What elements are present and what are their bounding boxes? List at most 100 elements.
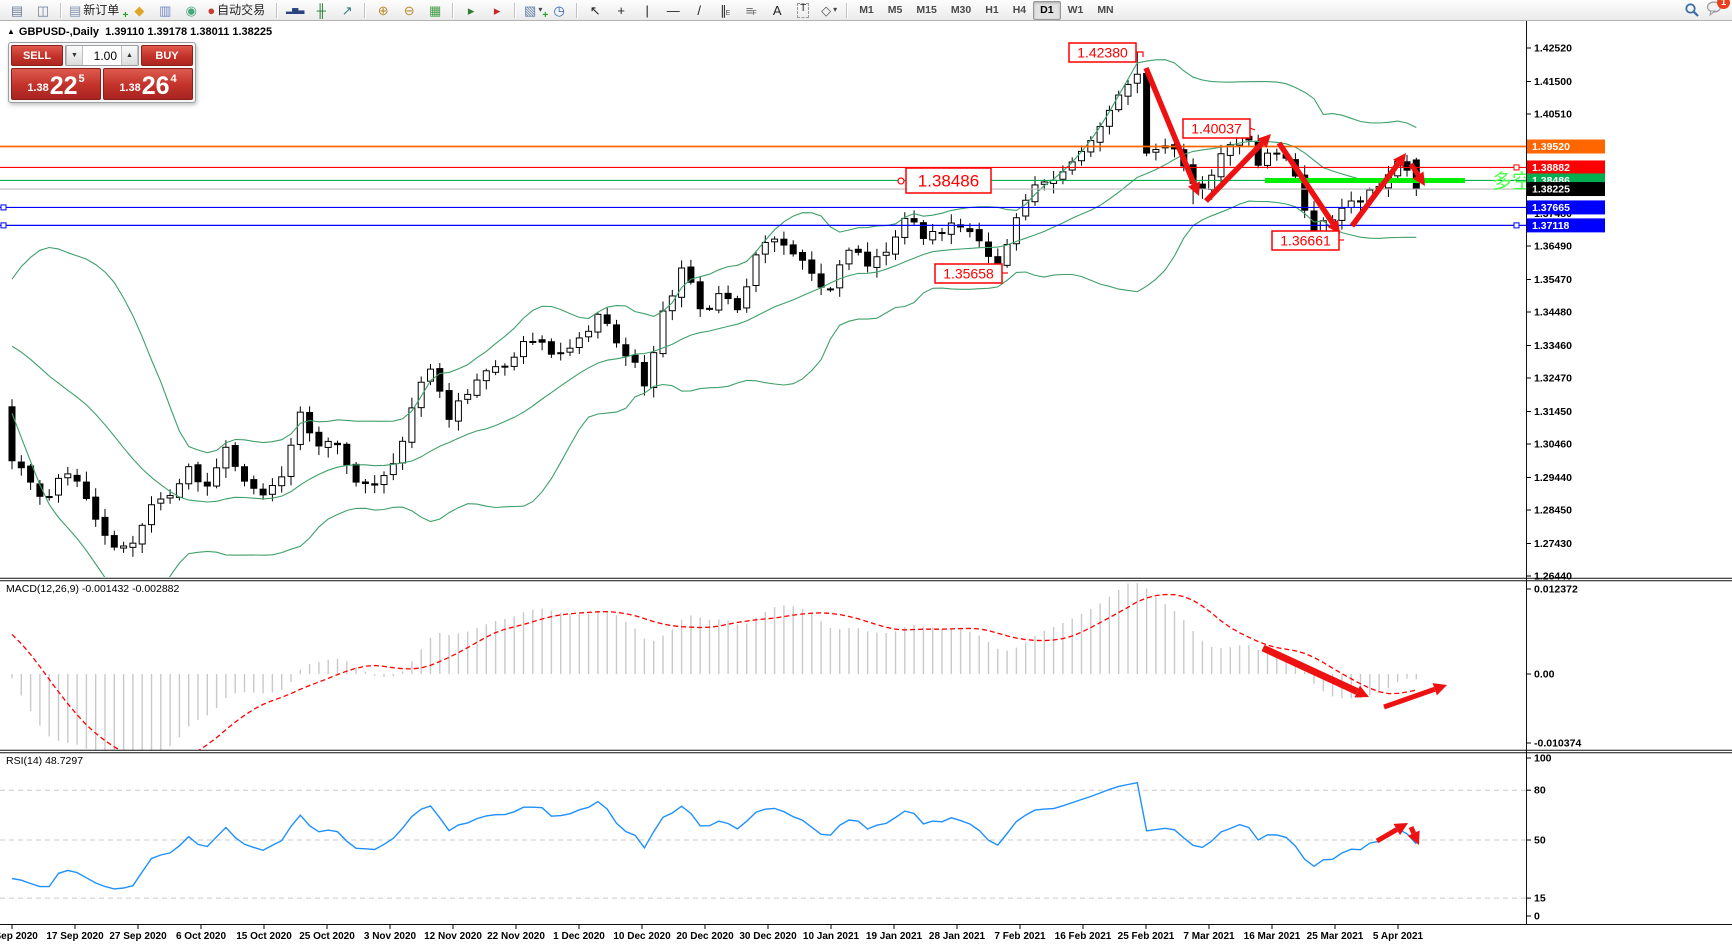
arrows-shapes-icon: ◇ — [821, 4, 831, 17]
auto-scroll-icon[interactable]: ▸ — [458, 1, 484, 19]
timeframe-H4[interactable]: H4 — [1006, 1, 1033, 20]
new-chart-icon[interactable]: ▧+▾ — [520, 1, 546, 19]
price-label-1.35658[interactable]: 1.35658 — [935, 264, 1008, 283]
price-label-1.38486[interactable]: 1.38486 — [898, 168, 991, 193]
timeframe-M1[interactable]: M1 — [852, 1, 881, 20]
text-label-icon[interactable]: T — [790, 1, 816, 19]
collapse-marker-icon[interactable]: ▲ — [7, 27, 15, 36]
zoom-in-icon[interactable]: ⊕ — [370, 1, 396, 19]
chart-canvas[interactable]: 多空转折点1.425201.415001.405101.374801.36490… — [0, 0, 1732, 945]
ask-big: 26 — [142, 75, 170, 97]
svg-text:1.38882: 1.38882 — [1532, 162, 1570, 174]
zoom-out-icon: ⊖ — [404, 4, 415, 17]
chart-shift-icon[interactable]: ▸ — [484, 1, 510, 19]
autotrading-button[interactable]: ●自动交易 — [204, 1, 272, 19]
sell-button[interactable]: SELL — [11, 45, 63, 66]
notifications-button[interactable]: 1 — [1706, 0, 1724, 21]
svg-text:12 Nov 2020: 12 Nov 2020 — [424, 931, 482, 942]
svg-text:1.35658: 1.35658 — [943, 266, 994, 282]
timeframe-H1[interactable]: H1 — [978, 1, 1005, 20]
svg-text:19 Jan 2021: 19 Jan 2021 — [866, 931, 923, 942]
toolbar-right: 1 — [1684, 0, 1728, 21]
volume-input[interactable] — [83, 46, 121, 65]
new-order-button[interactable]: ▤+新订单 — [66, 1, 126, 19]
candlestick-chart-icon[interactable]: ╫ — [308, 1, 334, 19]
timeframe-M15[interactable]: M15 — [909, 1, 943, 20]
zoom-out-icon[interactable]: ⊖ — [396, 1, 422, 19]
volume-decrease-button[interactable]: ▼ — [66, 46, 83, 65]
bid-price[interactable]: 1.38 22 5 — [11, 68, 101, 100]
horizontal-line-icon[interactable]: — — [660, 1, 686, 19]
line-chart-icon: ↗ — [342, 4, 353, 17]
svg-text:1.32470: 1.32470 — [1534, 373, 1572, 385]
svg-text:7 Mar 2021: 7 Mar 2021 — [1183, 931, 1235, 942]
svg-text:6 Oct 2020: 6 Oct 2020 — [176, 931, 226, 942]
svg-text:3 Nov 2020: 3 Nov 2020 — [364, 931, 417, 942]
toolbar: ▤◫▤+新订单◆▥◉●自动交易▂▅▃╫↗⊕⊖▦▸▸▧+▾◷↖+|—/∥E≡FAT… — [0, 0, 1732, 21]
svg-text:100: 100 — [1534, 753, 1552, 765]
ask-price[interactable]: 1.38 26 4 — [103, 68, 193, 100]
svg-text:1.35470: 1.35470 — [1534, 274, 1572, 286]
svg-text:80: 80 — [1534, 785, 1546, 797]
cursor-icon[interactable]: ↖ — [582, 1, 608, 19]
price-label-1.40037[interactable]: 1.40037 — [1183, 119, 1255, 138]
svg-text:8 Sep 2020: 8 Sep 2020 — [0, 931, 38, 942]
clock-icon: ◷ — [554, 4, 565, 17]
price-label-1.36661[interactable]: 1.36661 — [1272, 231, 1344, 250]
chart-window-icon[interactable]: ▤ — [4, 1, 30, 19]
toolbar-separator — [364, 3, 366, 18]
tile-windows-icon[interactable]: ▦ — [422, 1, 448, 19]
price-label-1.42380[interactable]: 1.42380 — [1069, 43, 1143, 62]
clock-icon[interactable]: ◷ — [546, 1, 572, 19]
timeframe-M5[interactable]: M5 — [881, 1, 910, 20]
volume-increase-button[interactable]: ▲ — [121, 46, 138, 65]
buy-button[interactable]: BUY — [141, 45, 193, 66]
svg-text:16 Mar 2021: 16 Mar 2021 — [1244, 931, 1301, 942]
svg-text:5 Apr 2021: 5 Apr 2021 — [1373, 931, 1424, 942]
text-icon[interactable]: A — [764, 1, 790, 19]
svg-text:1.42520: 1.42520 — [1534, 43, 1572, 55]
market-watch-icon[interactable]: ◆ — [126, 1, 152, 19]
svg-text:25 Oct 2020: 25 Oct 2020 — [299, 931, 355, 942]
svg-text:1.38486: 1.38486 — [918, 172, 979, 191]
timeframe-MN[interactable]: MN — [1090, 1, 1120, 20]
svg-text:16 Feb 2021: 16 Feb 2021 — [1055, 931, 1112, 942]
profiles-icon[interactable]: ◫ — [30, 1, 56, 19]
text-label-icon: T — [797, 3, 809, 18]
signals-icon[interactable]: ◉ — [178, 1, 204, 19]
svg-text:28 Jan 2021: 28 Jan 2021 — [929, 931, 986, 942]
ask-prefix: 1.38 — [119, 82, 140, 94]
svg-text:10 Dec 2020: 10 Dec 2020 — [613, 931, 671, 942]
timeframe-M30[interactable]: M30 — [944, 1, 978, 20]
arrows-shapes-icon[interactable]: ◇▾ — [816, 1, 842, 19]
svg-text:1.30460: 1.30460 — [1534, 439, 1572, 451]
line-chart-icon[interactable]: ↗ — [334, 1, 360, 19]
search-icon[interactable] — [1684, 2, 1700, 18]
symbol-label: GBPUSD-,Daily — [19, 26, 99, 38]
bar-chart-icon[interactable]: ▂▅▃ — [282, 1, 308, 19]
autotrading-button-label: 自动交易 — [217, 4, 265, 16]
cursor-icon: ↖ — [590, 4, 601, 17]
timeframe-D1[interactable]: D1 — [1033, 1, 1060, 20]
svg-text:1.41500: 1.41500 — [1534, 76, 1572, 88]
svg-text:0: 0 — [1534, 911, 1540, 923]
svg-text:1.27430: 1.27430 — [1534, 538, 1572, 550]
fibonacci-icon[interactable]: ≡F — [738, 1, 764, 19]
timeframe-W1[interactable]: W1 — [1061, 1, 1091, 20]
vertical-line-icon[interactable]: | — [634, 1, 660, 19]
data-window-icon[interactable]: ▥ — [152, 1, 178, 19]
svg-text:1.36661: 1.36661 — [1280, 233, 1331, 249]
bid-prefix: 1.38 — [27, 82, 48, 94]
new-order-button-label: 新订单 — [83, 4, 119, 16]
mt4-terminal: 多空转折点1.425201.415001.405101.374801.36490… — [0, 0, 1732, 945]
svg-text:27 Sep 2020: 27 Sep 2020 — [109, 931, 167, 942]
svg-text:30 Dec 2020: 30 Dec 2020 — [739, 931, 797, 942]
svg-text:1.29440: 1.29440 — [1534, 472, 1572, 484]
horizontal-line-icon: — — [667, 4, 680, 17]
svg-text:1.38225: 1.38225 — [1532, 184, 1570, 196]
svg-text:15: 15 — [1534, 893, 1546, 905]
crosshair-icon[interactable]: + — [608, 1, 634, 19]
trendline-icon[interactable]: / — [686, 1, 712, 19]
new-order-button: ▤ — [69, 4, 81, 17]
equidistant-channel-icon[interactable]: ∥E — [712, 1, 738, 19]
